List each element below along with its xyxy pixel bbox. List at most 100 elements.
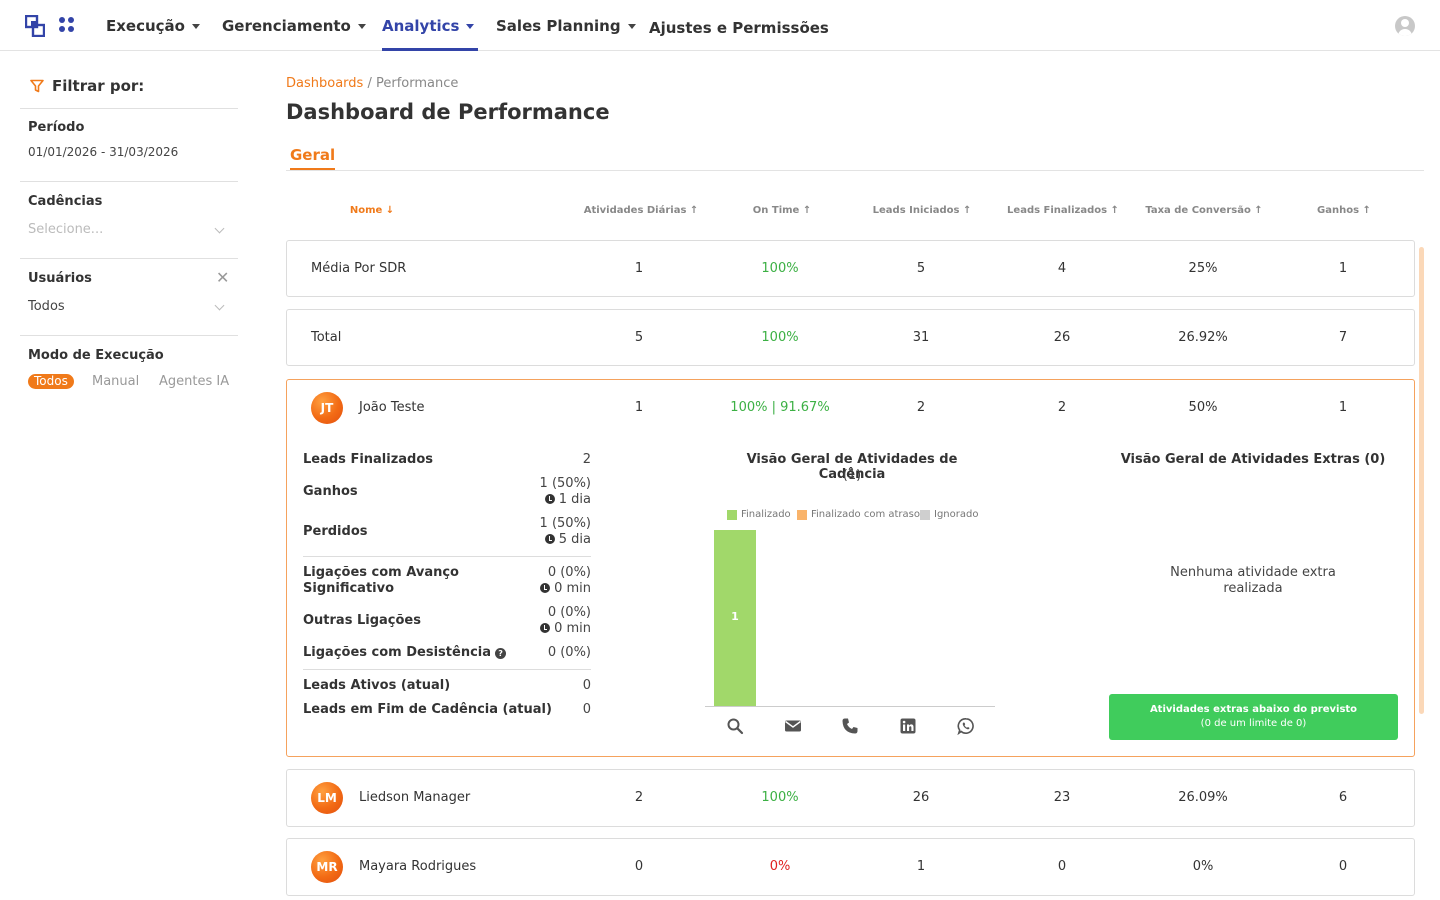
- detail-leads-finalizados-value: 2: [582, 452, 591, 467]
- table-row[interactable]: MR Mayara Rodrigues 0 0% 1 0 0% 0: [286, 838, 1415, 896]
- chevron-down-icon: [627, 23, 636, 29]
- detail-desistencia-label: Ligações com Desistência?: [303, 645, 507, 661]
- cell-atividades: 5: [634, 330, 644, 345]
- table-row-expanded[interactable]: JT João Teste 1 100% | 91.67% 2 2 50% 1 …: [286, 379, 1415, 757]
- cell-leads-finalizados: 4: [1057, 261, 1067, 276]
- detail-ligacoes-avanco-value: 0 (0%): [547, 565, 591, 580]
- column-header-leads-finalizados[interactable]: Leads Finalizados ↑: [1007, 205, 1119, 216]
- table-row-media[interactable]: Média Por SDR 1 100% 5 4 25% 1: [286, 240, 1415, 297]
- legend-ignorado[interactable]: Ignorado: [920, 509, 978, 520]
- bar-value-label: 1: [731, 610, 739, 623]
- row-name: Liedson Manager: [359, 790, 471, 805]
- cell-atividades: 1: [634, 400, 644, 415]
- extras-status-banner[interactable]: Atividades extras abaixo do previsto (0 …: [1109, 694, 1398, 740]
- phone-icon[interactable]: [841, 717, 859, 735]
- app-logo-icon[interactable]: [24, 14, 46, 38]
- cadencias-select[interactable]: Selecione...: [28, 222, 103, 237]
- periodo-label: Período: [28, 120, 85, 135]
- breadcrumb: Dashboards / Performance: [286, 76, 459, 91]
- vertical-scrollbar[interactable]: [1419, 247, 1424, 714]
- linkedin-icon[interactable]: [899, 717, 917, 735]
- cell-ganhos: 1: [1338, 400, 1348, 415]
- page-title: Dashboard de Performance: [286, 100, 610, 124]
- search-icon[interactable]: [726, 717, 744, 735]
- nav-gerenciamento[interactable]: Gerenciamento: [222, 0, 366, 51]
- cell-taxa-conversao: 0%: [1192, 859, 1214, 874]
- cell-leads-finalizados: 23: [1053, 790, 1071, 805]
- tab-geral[interactable]: Geral: [290, 146, 336, 171]
- cell-taxa-conversao: 26.92%: [1178, 330, 1228, 345]
- column-header-leads-iniciados[interactable]: Leads Iniciados ↑: [873, 205, 972, 216]
- divider: [20, 181, 238, 182]
- cadencias-label: Cadências: [28, 194, 103, 209]
- modo-option-agentes-ia[interactable]: Agentes IA: [159, 374, 229, 389]
- modo-option-manual[interactable]: Manual: [92, 374, 139, 389]
- tabs-divider: [286, 170, 1424, 171]
- table-row[interactable]: LM Liedson Manager 2 100% 26 23 26.09% 6: [286, 769, 1415, 827]
- detail-ligacoes-avanco-time: 0 min: [540, 581, 591, 597]
- column-header-on-time[interactable]: On Time ↑: [753, 205, 811, 216]
- cell-taxa-conversao: 50%: [1188, 400, 1218, 415]
- nav-execucao[interactable]: Execução: [106, 0, 200, 51]
- cell-leads-iniciados: 31: [912, 330, 930, 345]
- whatsapp-icon[interactable]: [957, 717, 975, 735]
- detail-outras-ligacoes-time: 0 min: [540, 621, 591, 637]
- legend-finalizado-atraso[interactable]: Finalizado com atraso: [797, 509, 920, 520]
- cell-leads-finalizados: 26: [1053, 330, 1071, 345]
- legend-finalizado[interactable]: Finalizado: [727, 509, 791, 520]
- detail-outras-ligacoes-label: Outras Ligações: [303, 613, 421, 628]
- avatar: LM: [311, 782, 343, 814]
- chart-count: (1): [842, 468, 862, 483]
- clock-icon: [544, 534, 555, 544]
- nav-analytics[interactable]: Analytics: [382, 0, 479, 51]
- column-header-taxa-conversao[interactable]: Taxa de Conversão ↑: [1145, 205, 1262, 216]
- filter-title: Filtrar por:: [52, 77, 145, 95]
- column-header-atividades[interactable]: Atividades Diárias ↑: [584, 205, 699, 216]
- clear-icon[interactable]: ✕: [216, 270, 229, 286]
- breadcrumb-current: Performance: [375, 76, 459, 91]
- cell-leads-iniciados: 1: [916, 859, 926, 874]
- chevron-down-icon: [357, 23, 366, 29]
- chevron-down-icon[interactable]: [214, 223, 225, 234]
- cell-on-time: 100%: [761, 261, 799, 276]
- usuarios-label: Usuários: [28, 271, 92, 286]
- column-header-nome[interactable]: Nome ↓: [350, 205, 394, 216]
- modo-execucao-label: Modo de Execução: [28, 348, 164, 363]
- cell-ganhos: 1: [1338, 261, 1348, 276]
- nav-ajustes-permissoes[interactable]: Ajustes e Permissões: [649, 2, 829, 53]
- chevron-down-icon[interactable]: [214, 300, 225, 311]
- usuarios-select[interactable]: Todos: [28, 299, 65, 314]
- cell-leads-finalizados: 2: [1057, 400, 1067, 415]
- cell-on-time: 100%: [761, 330, 799, 345]
- table-row-total[interactable]: Total 5 100% 31 26 26.92% 7: [286, 309, 1415, 366]
- cell-on-time: 0%: [769, 859, 791, 874]
- periodo-field[interactable]: 01/01/2026 - 31/03/2026: [28, 145, 178, 159]
- filter-header: Filtrar por:: [30, 77, 144, 95]
- avatar: JT: [311, 392, 343, 424]
- column-header-ganhos[interactable]: Ganhos ↑: [1317, 205, 1371, 216]
- row-name: Mayara Rodrigues: [359, 859, 477, 874]
- modo-option-todos[interactable]: Todos: [28, 374, 74, 389]
- help-icon[interactable]: ?: [495, 648, 507, 659]
- nav-sales-planning[interactable]: Sales Planning: [496, 0, 636, 51]
- divider: [20, 335, 238, 336]
- chart-baseline: [705, 706, 995, 707]
- cell-taxa-conversao: 26.09%: [1178, 790, 1228, 805]
- user-avatar-icon[interactable]: [1395, 16, 1415, 36]
- cell-on-time: 100%: [761, 790, 799, 805]
- avatar: MR: [311, 851, 343, 883]
- chevron-down-icon: [191, 23, 200, 29]
- apps-grid-icon[interactable]: [59, 17, 74, 32]
- clock-icon: [544, 494, 555, 504]
- detail-outras-ligacoes-value: 0 (0%): [547, 605, 591, 620]
- extras-title: Visão Geral de Atividades Extras (0): [1120, 452, 1386, 467]
- detail-fim-cadencia-value: 0: [582, 702, 591, 717]
- detail-ligacoes-avanco-label: Ligações com Avanço Significativo: [303, 565, 459, 596]
- detail-perdidos-label: Perdidos: [303, 524, 368, 539]
- breadcrumb-link-dashboards[interactable]: Dashboards: [286, 76, 363, 91]
- detail-ganhos-label: Ganhos: [303, 484, 358, 499]
- clock-icon: [540, 583, 551, 593]
- detail-fim-cadencia-label: Leads em Fim de Cadência (atual): [303, 702, 552, 717]
- cell-atividades: 2: [634, 790, 644, 805]
- email-icon[interactable]: [784, 717, 802, 735]
